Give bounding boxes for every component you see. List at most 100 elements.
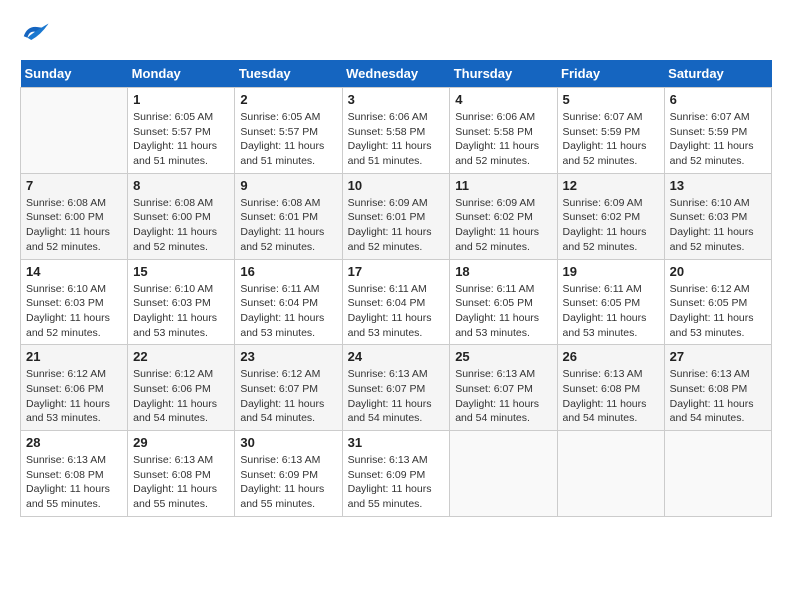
calendar-day-cell: 7 Sunrise: 6:08 AMSunset: 6:00 PMDaylight… bbox=[21, 173, 128, 259]
day-number: 5 bbox=[563, 92, 659, 107]
day-number: 15 bbox=[133, 264, 229, 279]
day-info: Sunrise: 6:12 AMSunset: 6:05 PMDaylight:… bbox=[670, 282, 766, 341]
calendar-day-cell: 21 Sunrise: 6:12 AMSunset: 6:06 PMDayligh… bbox=[21, 345, 128, 431]
calendar-day-cell: 3 Sunrise: 6:06 AMSunset: 5:58 PMDaylight… bbox=[342, 88, 450, 174]
calendar-day-cell: 16Sunrise: 6:11 AMSunset: 6:04 PMDayligh… bbox=[235, 259, 342, 345]
day-number: 21 bbox=[26, 349, 122, 364]
day-info: Sunrise: 6:06 AMSunset: 5:58 PMDaylight:… bbox=[455, 110, 551, 169]
day-info: Sunrise: 6:07 AMSunset: 5:59 PMDaylight:… bbox=[563, 110, 659, 169]
calendar-day-cell: 5 Sunrise: 6:07 AMSunset: 5:59 PMDaylight… bbox=[557, 88, 664, 174]
weekday-header: Thursday bbox=[450, 60, 557, 88]
calendar-week-row: 7 Sunrise: 6:08 AMSunset: 6:00 PMDaylight… bbox=[21, 173, 772, 259]
day-number: 12 bbox=[563, 178, 659, 193]
calendar-header: SundayMondayTuesdayWednesdayThursdayFrid… bbox=[21, 60, 772, 88]
day-info: Sunrise: 6:13 AMSunset: 6:08 PMDaylight:… bbox=[133, 453, 229, 512]
day-info: Sunrise: 6:12 AMSunset: 6:07 PMDaylight:… bbox=[240, 367, 336, 426]
day-info: Sunrise: 6:10 AMSunset: 6:03 PMDaylight:… bbox=[26, 282, 122, 341]
calendar-day-cell: 1Sunrise: 6:05 AMSunset: 5:57 PMDaylight… bbox=[128, 88, 235, 174]
day-info: Sunrise: 6:13 AMSunset: 6:07 PMDaylight:… bbox=[348, 367, 445, 426]
weekday-header: Sunday bbox=[21, 60, 128, 88]
calendar-day-cell: 28 Sunrise: 6:13 AMSunset: 6:08 PMDayligh… bbox=[21, 431, 128, 517]
weekday-header: Tuesday bbox=[235, 60, 342, 88]
calendar-day-cell bbox=[664, 431, 771, 517]
day-info: Sunrise: 6:11 AMSunset: 6:04 PMDaylight:… bbox=[348, 282, 445, 341]
calendar-day-cell: 2Sunrise: 6:05 AMSunset: 5:57 PMDaylight… bbox=[235, 88, 342, 174]
calendar-day-cell: 10Sunrise: 6:09 AMSunset: 6:01 PMDayligh… bbox=[342, 173, 450, 259]
day-info: Sunrise: 6:07 AMSunset: 5:59 PMDaylight:… bbox=[670, 110, 766, 169]
day-number: 31 bbox=[348, 435, 445, 450]
logo bbox=[20, 20, 54, 50]
calendar-day-cell: 11 Sunrise: 6:09 AMSunset: 6:02 PMDayligh… bbox=[450, 173, 557, 259]
day-number: 11 bbox=[455, 178, 551, 193]
day-info: Sunrise: 6:13 AMSunset: 6:08 PMDaylight:… bbox=[670, 367, 766, 426]
calendar-week-row: 21 Sunrise: 6:12 AMSunset: 6:06 PMDayligh… bbox=[21, 345, 772, 431]
day-number: 6 bbox=[670, 92, 766, 107]
day-number: 29 bbox=[133, 435, 229, 450]
calendar-day-cell bbox=[557, 431, 664, 517]
day-number: 26 bbox=[563, 349, 659, 364]
calendar-week-row: 1Sunrise: 6:05 AMSunset: 5:57 PMDaylight… bbox=[21, 88, 772, 174]
calendar-day-cell: 9Sunrise: 6:08 AMSunset: 6:01 PMDaylight… bbox=[235, 173, 342, 259]
day-number: 28 bbox=[26, 435, 122, 450]
calendar-day-cell: 26 Sunrise: 6:13 AMSunset: 6:08 PMDayligh… bbox=[557, 345, 664, 431]
calendar-day-cell: 19 Sunrise: 6:11 AMSunset: 6:05 PMDayligh… bbox=[557, 259, 664, 345]
calendar-day-cell: 14 Sunrise: 6:10 AMSunset: 6:03 PMDayligh… bbox=[21, 259, 128, 345]
calendar-day-cell: 4Sunrise: 6:06 AMSunset: 5:58 PMDaylight… bbox=[450, 88, 557, 174]
day-info: Sunrise: 6:08 AMSunset: 6:00 PMDaylight:… bbox=[133, 196, 229, 255]
calendar-day-cell: 12 Sunrise: 6:09 AMSunset: 6:02 PMDayligh… bbox=[557, 173, 664, 259]
day-number: 14 bbox=[26, 264, 122, 279]
weekday-header: Friday bbox=[557, 60, 664, 88]
day-info: Sunrise: 6:12 AMSunset: 6:06 PMDaylight:… bbox=[26, 367, 122, 426]
day-number: 18 bbox=[455, 264, 551, 279]
day-info: Sunrise: 6:13 AMSunset: 6:08 PMDaylight:… bbox=[563, 367, 659, 426]
day-info: Sunrise: 6:11 AMSunset: 6:05 PMDaylight:… bbox=[455, 282, 551, 341]
day-info: Sunrise: 6:08 AMSunset: 6:00 PMDaylight:… bbox=[26, 196, 122, 255]
page-header bbox=[20, 20, 772, 50]
day-number: 2 bbox=[240, 92, 336, 107]
calendar-day-cell: 6 Sunrise: 6:07 AMSunset: 5:59 PMDaylight… bbox=[664, 88, 771, 174]
day-info: Sunrise: 6:13 AMSunset: 6:08 PMDaylight:… bbox=[26, 453, 122, 512]
calendar-day-cell: 17 Sunrise: 6:11 AMSunset: 6:04 PMDayligh… bbox=[342, 259, 450, 345]
day-info: Sunrise: 6:11 AMSunset: 6:04 PMDaylight:… bbox=[240, 282, 336, 341]
day-info: Sunrise: 6:08 AMSunset: 6:01 PMDaylight:… bbox=[240, 196, 336, 255]
day-info: Sunrise: 6:06 AMSunset: 5:58 PMDaylight:… bbox=[348, 110, 445, 169]
day-number: 25 bbox=[455, 349, 551, 364]
day-info: Sunrise: 6:13 AMSunset: 6:07 PMDaylight:… bbox=[455, 367, 551, 426]
calendar-day-cell: 25 Sunrise: 6:13 AMSunset: 6:07 PMDayligh… bbox=[450, 345, 557, 431]
day-info: Sunrise: 6:09 AMSunset: 6:02 PMDaylight:… bbox=[455, 196, 551, 255]
calendar-day-cell: 30 Sunrise: 6:13 AMSunset: 6:09 PMDayligh… bbox=[235, 431, 342, 517]
calendar-day-cell bbox=[21, 88, 128, 174]
bird-logo-icon bbox=[20, 20, 50, 45]
calendar-week-row: 28 Sunrise: 6:13 AMSunset: 6:08 PMDayligh… bbox=[21, 431, 772, 517]
day-info: Sunrise: 6:10 AMSunset: 6:03 PMDaylight:… bbox=[133, 282, 229, 341]
calendar-day-cell: 8Sunrise: 6:08 AMSunset: 6:00 PMDaylight… bbox=[128, 173, 235, 259]
day-number: 19 bbox=[563, 264, 659, 279]
day-number: 10 bbox=[348, 178, 445, 193]
weekday-header: Wednesday bbox=[342, 60, 450, 88]
day-info: Sunrise: 6:12 AMSunset: 6:06 PMDaylight:… bbox=[133, 367, 229, 426]
weekday-header: Saturday bbox=[664, 60, 771, 88]
calendar-day-cell bbox=[450, 431, 557, 517]
day-number: 23 bbox=[240, 349, 336, 364]
day-number: 22 bbox=[133, 349, 229, 364]
day-info: Sunrise: 6:09 AMSunset: 6:02 PMDaylight:… bbox=[563, 196, 659, 255]
calendar-week-row: 14 Sunrise: 6:10 AMSunset: 6:03 PMDayligh… bbox=[21, 259, 772, 345]
calendar-day-cell: 23 Sunrise: 6:12 AMSunset: 6:07 PMDayligh… bbox=[235, 345, 342, 431]
day-number: 13 bbox=[670, 178, 766, 193]
calendar-day-cell: 24Sunrise: 6:13 AMSunset: 6:07 PMDayligh… bbox=[342, 345, 450, 431]
day-number: 30 bbox=[240, 435, 336, 450]
calendar-day-cell: 18 Sunrise: 6:11 AMSunset: 6:05 PMDayligh… bbox=[450, 259, 557, 345]
day-info: Sunrise: 6:11 AMSunset: 6:05 PMDaylight:… bbox=[563, 282, 659, 341]
calendar-day-cell: 27 Sunrise: 6:13 AMSunset: 6:08 PMDayligh… bbox=[664, 345, 771, 431]
day-number: 27 bbox=[670, 349, 766, 364]
day-number: 3 bbox=[348, 92, 445, 107]
day-number: 17 bbox=[348, 264, 445, 279]
day-number: 7 bbox=[26, 178, 122, 193]
calendar-table: SundayMondayTuesdayWednesdayThursdayFrid… bbox=[20, 60, 772, 517]
day-info: Sunrise: 6:05 AMSunset: 5:57 PMDaylight:… bbox=[133, 110, 229, 169]
calendar-day-cell: 13 Sunrise: 6:10 AMSunset: 6:03 PMDayligh… bbox=[664, 173, 771, 259]
day-number: 20 bbox=[670, 264, 766, 279]
day-info: Sunrise: 6:10 AMSunset: 6:03 PMDaylight:… bbox=[670, 196, 766, 255]
day-info: Sunrise: 6:13 AMSunset: 6:09 PMDaylight:… bbox=[348, 453, 445, 512]
day-info: Sunrise: 6:13 AMSunset: 6:09 PMDaylight:… bbox=[240, 453, 336, 512]
